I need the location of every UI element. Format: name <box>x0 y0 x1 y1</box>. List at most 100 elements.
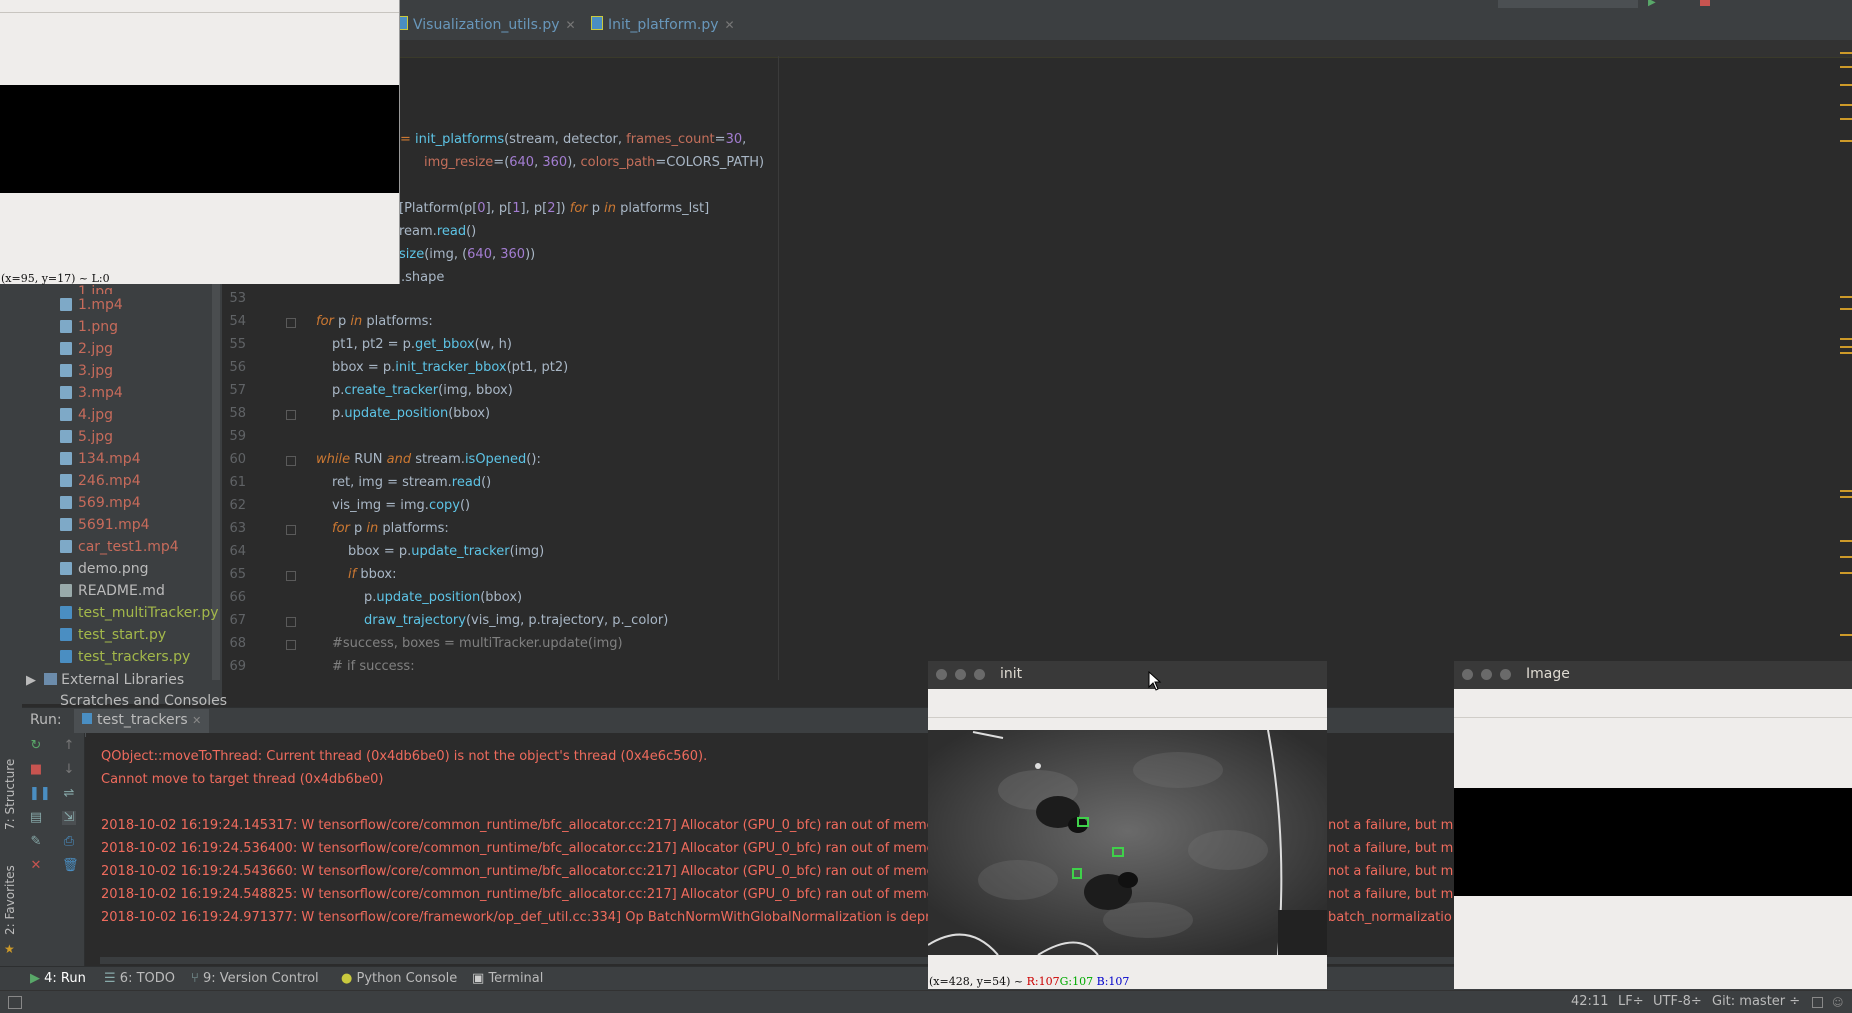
fold-marker-icon[interactable] <box>286 456 296 466</box>
close-icon[interactable]: ✕ <box>29 859 43 873</box>
code-token: (img, ( <box>424 247 468 262</box>
print-icon[interactable]: ⎙ <box>62 835 76 849</box>
fold-marker-icon[interactable] <box>286 525 296 535</box>
warning-marker[interactable] <box>1840 296 1852 298</box>
tree-item-scratches[interactable]: Scratches and Consoles <box>60 693 227 705</box>
caret-position[interactable]: 42:11 <box>1571 994 1608 1009</box>
tool-todo[interactable]: ☰ 6: TODO <box>104 971 175 986</box>
pin-icon[interactable]: ✎ <box>29 835 43 849</box>
rerun-icon[interactable]: ↻ <box>29 739 43 753</box>
fold-marker-icon[interactable] <box>286 410 296 420</box>
tree-item[interactable]: 246.mp4 <box>60 473 141 489</box>
warning-marker[interactable] <box>1840 84 1852 86</box>
warning-marker[interactable] <box>1840 346 1852 348</box>
warning-marker[interactable] <box>1840 118 1852 120</box>
tool-version-control[interactable]: ⑂ 9: Version Control <box>191 971 319 986</box>
tree-item[interactable]: test_multiTracker.py <box>60 605 219 621</box>
up-arrow-icon[interactable]: ↑ <box>62 739 76 753</box>
warning-marker[interactable] <box>1840 556 1852 558</box>
lock-icon[interactable] <box>1812 997 1823 1008</box>
warning-marker[interactable] <box>1840 308 1852 310</box>
tree-item[interactable]: test_start.py <box>60 627 166 643</box>
close-icon[interactable]: ✕ <box>566 18 576 32</box>
run-icon[interactable]: ▶ <box>1648 0 1662 8</box>
close-icon[interactable] <box>1462 669 1473 680</box>
opencv-window-image[interactable]: Image <box>1454 661 1852 989</box>
maximize-icon[interactable] <box>1500 669 1511 680</box>
tool-python-console[interactable]: ● Python Console <box>341 971 457 986</box>
tree-item[interactable]: 4.jpg <box>60 407 113 423</box>
trash-icon[interactable]: 🗑 <box>62 859 79 873</box>
warning-marker[interactable] <box>1840 496 1852 498</box>
tree-item-partial[interactable]: 1.jpg <box>78 284 113 294</box>
window-title: Image <box>1526 666 1570 682</box>
warning-marker[interactable] <box>1840 66 1852 68</box>
layout-icon[interactable]: ▤ <box>29 811 43 825</box>
star-icon[interactable]: ★ <box>4 942 15 956</box>
stop-icon[interactable]: ■ <box>29 763 43 777</box>
stop-icon[interactable] <box>1700 0 1710 6</box>
fold-marker-icon[interactable] <box>286 640 296 650</box>
minimize-icon[interactable] <box>1481 669 1492 680</box>
tab-visualization-utils[interactable]: Visualization_utils.py ✕ <box>396 16 576 38</box>
tree-item[interactable]: 1.mp4 <box>60 297 123 313</box>
close-icon[interactable]: ✕ <box>192 714 201 727</box>
warning-marker[interactable] <box>1840 490 1852 492</box>
video-frame[interactable] <box>928 730 1327 955</box>
image-canvas[interactable] <box>1454 788 1852 896</box>
tree-item[interactable]: 1.png <box>60 319 118 335</box>
pause-icon[interactable]: ❚❚ <box>29 787 51 801</box>
file-encoding[interactable]: UTF-8÷ <box>1653 994 1702 1009</box>
tree-item[interactable]: 569.mp4 <box>60 495 141 511</box>
tree-item[interactable]: car_test1.mp4 <box>60 539 179 555</box>
soft-wrap-icon[interactable]: ⇌ <box>62 787 76 801</box>
fold-marker-icon[interactable] <box>286 571 296 581</box>
warning-marker[interactable] <box>1840 572 1852 574</box>
tree-item-external-libraries[interactable]: ▶ External Libraries <box>26 672 184 688</box>
warning-marker[interactable] <box>1840 338 1852 340</box>
minimize-icon[interactable] <box>955 669 966 680</box>
down-arrow-icon[interactable]: ↓ <box>62 763 76 777</box>
tree-item[interactable]: 5.jpg <box>60 429 113 445</box>
tree-item[interactable]: 2.jpg <box>60 341 113 357</box>
window-titlebar[interactable]: init <box>928 661 1327 689</box>
tree-item[interactable]: 3.jpg <box>60 363 113 379</box>
tab-init-platform[interactable]: Init_platform.py ✕ <box>591 16 735 38</box>
run-config-selector[interactable] <box>1498 0 1638 8</box>
opencv-window-topleft[interactable]: (x=95, y=17) ~ L:0 <box>0 0 400 285</box>
structure-tool-label[interactable]: 7: Structure <box>3 759 17 830</box>
tree-item[interactable]: 5691.mp4 <box>60 517 150 533</box>
opencv-window-init[interactable]: init (x=428, y=54) ~ R:107G:107 B:107 <box>928 661 1327 989</box>
code-line: #success, boxes = multiTracker.update(im… <box>332 636 623 651</box>
warning-marker[interactable] <box>1840 140 1852 142</box>
tree-item[interactable]: 3.mp4 <box>60 385 123 401</box>
close-icon[interactable]: ✕ <box>725 18 735 32</box>
tree-item[interactable]: README.md <box>60 583 165 599</box>
tree-item[interactable]: test_trackers.py <box>60 649 190 665</box>
inspector-icon[interactable]: ☺ <box>1832 996 1843 1009</box>
maximize-icon[interactable] <box>974 669 985 680</box>
warning-marker[interactable] <box>1840 352 1852 354</box>
warning-marker[interactable] <box>1840 52 1852 54</box>
git-branch[interactable]: Git: master ÷ <box>1712 994 1800 1009</box>
close-icon[interactable] <box>936 669 947 680</box>
tree-item[interactable]: 134.mp4 <box>60 451 141 467</box>
layout-toggle-icon[interactable] <box>8 996 22 1009</box>
warning-marker[interactable] <box>1840 104 1852 106</box>
window-titlebar[interactable]: Image <box>1454 661 1852 689</box>
line-separator[interactable]: LF÷ <box>1618 994 1644 1009</box>
warning-marker[interactable] <box>1840 634 1852 636</box>
image-canvas[interactable] <box>0 85 399 193</box>
fold-marker-icon[interactable] <box>286 318 296 328</box>
code-token: (bbox) <box>480 590 523 605</box>
fold-marker-icon[interactable] <box>286 617 296 627</box>
scroll-to-end-icon[interactable]: ⇲ <box>62 811 76 825</box>
warning-marker[interactable] <box>1840 540 1852 542</box>
code-token: 640 <box>467 247 492 262</box>
code-token: (img, bbox) <box>438 383 513 398</box>
favorites-tool-label[interactable]: 2: Favorites <box>3 865 17 935</box>
tree-item[interactable]: demo.png <box>60 561 149 577</box>
tool-run[interactable]: ▶ 4: Run <box>30 971 86 986</box>
tool-terminal[interactable]: ▣ Terminal <box>472 971 543 986</box>
code-token: 360 <box>542 155 568 170</box>
